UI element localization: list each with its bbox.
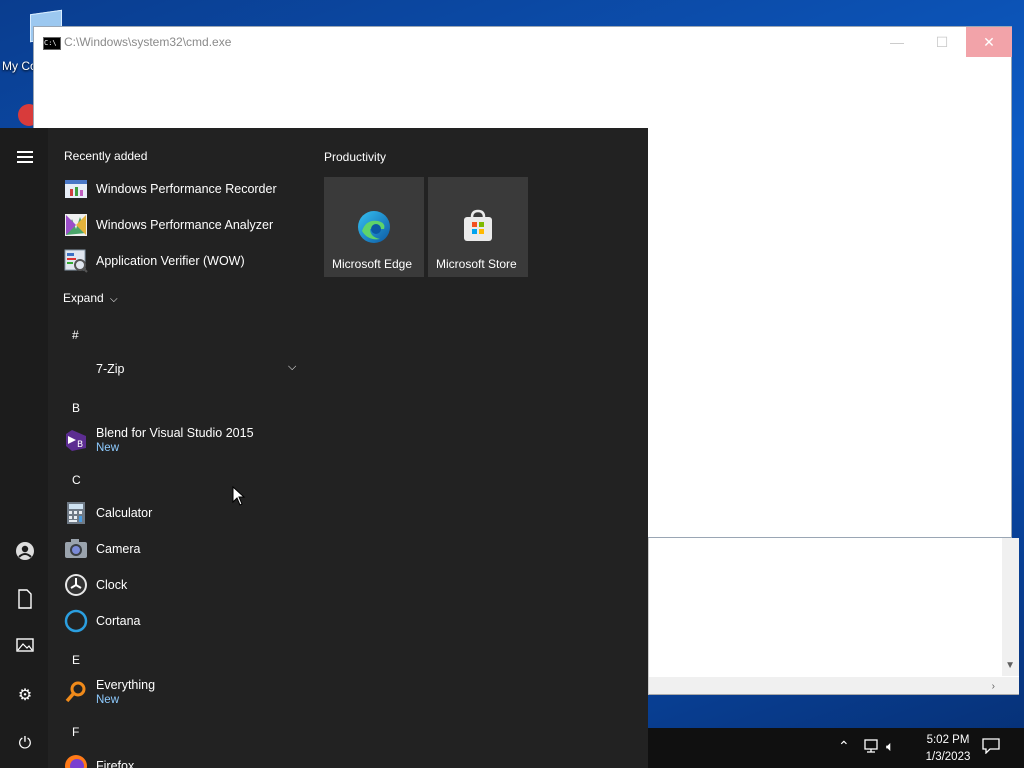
window-title: C:\Windows\system32\cmd.exe: [64, 35, 232, 49]
taskbar-clock[interactable]: 5:02 PM 1/3/2023: [918, 732, 978, 766]
new-badge: New: [96, 694, 120, 706]
desktop-icon-label: My Co: [2, 59, 37, 73]
scroll-right-icon[interactable]: ›: [992, 681, 995, 692]
performance-analyzer-icon: [64, 213, 88, 237]
calculator-icon: [64, 501, 88, 525]
close-button[interactable]: ✕: [966, 27, 1012, 57]
chevron-up-icon[interactable]: ⌃: [838, 738, 850, 755]
notifications-icon[interactable]: [982, 738, 1000, 757]
section-letter[interactable]: C: [72, 473, 81, 487]
pictures-icon[interactable]: [14, 637, 36, 659]
tile-microsoft-edge[interactable]: Microsoft Edge: [324, 177, 424, 277]
chevron-down-icon: ⌵: [110, 294, 118, 305]
settings-icon[interactable]: ⚙: [14, 685, 36, 707]
list-item-application-verifier[interactable]: Application Verifier (WOW): [64, 247, 304, 277]
tile-label: Microsoft Edge: [332, 257, 413, 271]
chevron-down-icon[interactable]: ⌵: [288, 361, 296, 374]
list-item-7zip[interactable]: 7-Zip: [64, 355, 304, 385]
hamburger-menu-icon[interactable]: [14, 148, 36, 170]
application-verifier-icon: [64, 249, 88, 273]
list-item-performance-recorder[interactable]: Windows Performance Recorder: [64, 175, 304, 205]
list-item-label: Application Verifier (WOW): [96, 254, 245, 268]
taskbar: ⌃ 🔈︎ 5:02 PM 1/3/2023: [648, 728, 1024, 768]
list-item-firefox[interactable]: Firefox: [64, 752, 304, 768]
list-item-clock[interactable]: Clock: [64, 571, 304, 601]
list-item-label: Clock: [96, 578, 128, 592]
list-item-everything[interactable]: Everything New: [64, 678, 304, 708]
list-item-label: Windows Performance Recorder: [96, 182, 277, 196]
section-letter[interactable]: E: [72, 653, 80, 667]
expand-button[interactable]: Expand ⌵: [63, 291, 118, 305]
list-item-label: Firefox: [96, 759, 135, 768]
list-item-label: Windows Performance Analyzer: [96, 218, 274, 232]
blend-icon: B: [64, 428, 88, 452]
list-item-label: Calculator: [96, 506, 153, 520]
camera-icon: [64, 537, 88, 561]
section-letter[interactable]: #: [72, 328, 79, 342]
clock-time: 5:02 PM: [926, 734, 970, 746]
network-icon[interactable]: [862, 738, 880, 757]
background-window[interactable]: ▼ ›: [648, 538, 1019, 695]
new-badge: New: [96, 442, 120, 454]
everything-search-icon: [64, 680, 88, 704]
folder-icon: [64, 357, 88, 381]
cortana-icon: [64, 609, 88, 633]
clock-icon: [64, 573, 88, 597]
maximize-button[interactable]: ☐: [919, 27, 965, 57]
title-bar[interactable]: C:\ C:\Windows\system32\cmd.exe — ☐ ✕: [34, 27, 1012, 57]
start-rail: ⚙ ⏻: [0, 128, 48, 768]
svg-text:B: B: [77, 440, 83, 450]
list-item-calculator[interactable]: Calculator: [64, 499, 304, 529]
list-item-label: Everything: [96, 678, 156, 692]
volume-icon[interactable]: 🔈︎: [886, 738, 894, 755]
list-item-cortana[interactable]: Cortana: [64, 607, 304, 637]
list-item-label: Camera: [96, 542, 141, 556]
tile-group-header[interactable]: Productivity: [324, 150, 386, 164]
list-item-blend[interactable]: B Blend for Visual Studio 2015 New: [64, 426, 304, 456]
section-letter[interactable]: F: [72, 725, 79, 739]
performance-recorder-icon: [64, 177, 88, 201]
list-item-label: 7-Zip: [96, 362, 125, 376]
list-item-camera[interactable]: Camera: [64, 535, 304, 565]
expand-label: Expand: [63, 291, 104, 305]
store-icon: [462, 209, 494, 248]
tile-label: Microsoft Store: [436, 257, 517, 271]
firefox-icon: [64, 754, 88, 768]
start-menu: ⚙ ⏻ Recently added Windows Performance R…: [0, 128, 648, 768]
documents-icon[interactable]: [14, 589, 36, 611]
scroll-down-icon[interactable]: ▼: [1005, 660, 1015, 671]
list-item-label: Cortana: [96, 614, 141, 628]
minimize-button[interactable]: —: [874, 27, 920, 57]
recently-added-header: Recently added: [64, 149, 148, 163]
list-item-performance-analyzer[interactable]: Windows Performance Analyzer: [64, 211, 304, 241]
tile-microsoft-store[interactable]: Microsoft Store: [428, 177, 528, 277]
edge-icon: [356, 209, 392, 250]
section-letter[interactable]: B: [72, 401, 80, 415]
cmd-icon: C:\: [43, 37, 61, 50]
user-icon[interactable]: [14, 541, 36, 563]
list-item-label: Blend for Visual Studio 2015: [96, 426, 254, 440]
app-list[interactable]: Recently added Windows Performance Recor…: [48, 128, 308, 768]
horizontal-scrollbar[interactable]: [649, 677, 1019, 694]
power-icon[interactable]: ⏻: [14, 733, 36, 755]
vertical-scrollbar[interactable]: [1002, 538, 1019, 676]
clock-date: 1/3/2023: [925, 751, 971, 763]
